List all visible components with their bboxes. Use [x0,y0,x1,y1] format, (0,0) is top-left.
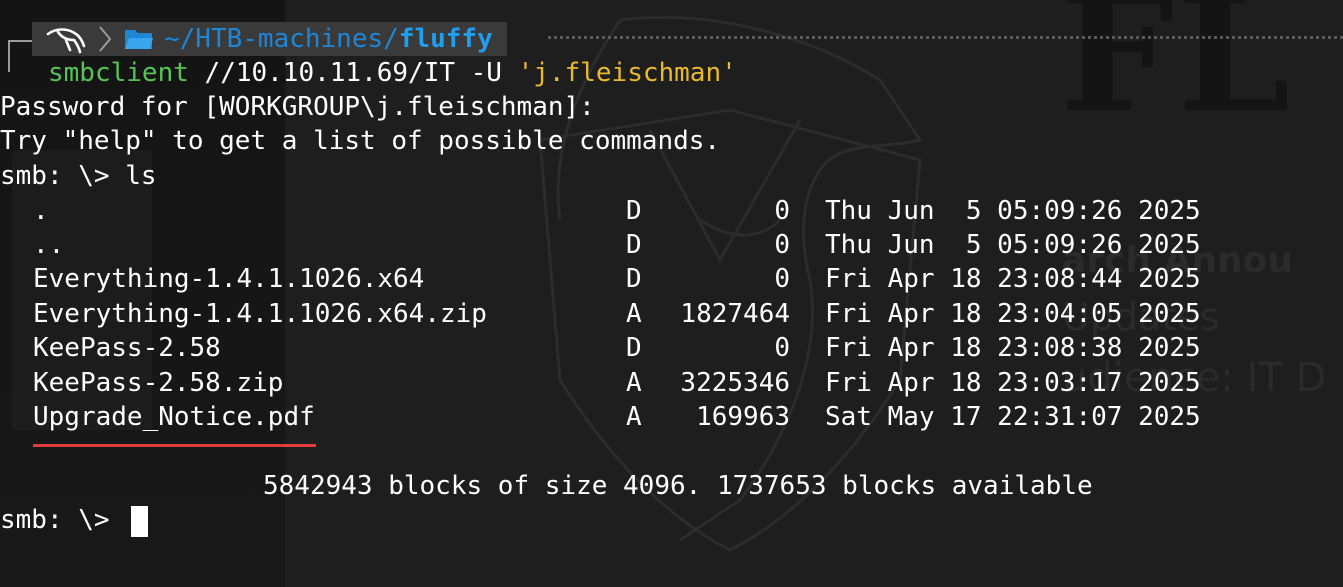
listing-size: 0 [774,196,790,226]
listing-name: .. [33,230,65,260]
listing-date: Fri Apr 18 23:08:44 2025 [825,264,1201,294]
listing-date: Fri Apr 18 23:08:38 2025 [825,333,1201,363]
listing-name: KeePass-2.58 [33,333,221,363]
listing-size: 169963 [696,402,790,432]
chevron-right-icon [99,26,112,52]
prompt-corner-top [8,40,32,72]
listing-name-highlighted: Upgrade_Notice.pdf [33,402,315,432]
blocks-summary-line: 5842943 blocks of size 4096. 1737653 blo… [263,471,1093,501]
listing-date: Sat May 17 22:31:07 2025 [825,402,1201,432]
password-line: Password for [WORKGROUP\j.fleischman]: [0,92,595,122]
listing-date: Thu Jun 5 05:09:26 2025 [825,230,1201,260]
folder-icon [125,30,153,49]
prompt-corner-bottom [8,70,40,72]
listing-attr: A [626,368,642,398]
red-highlight-underline [33,444,316,447]
prompt-dotted-fill [548,36,1343,43]
listing-size: 3225346 [680,368,790,398]
listing-attr: A [626,299,642,329]
kali-dragon-icon [46,28,86,54]
listing-size: 0 [774,333,790,363]
final-prompt: smb: \> [0,505,126,535]
listing-name: . [33,196,49,226]
command-args: //10.10.11.69/IT -U [188,58,518,88]
help-line: Try "help" to get a list of possible com… [0,126,721,156]
command-line: smbclient //10.10.11.69/IT -U 'j.fleisch… [48,56,737,90]
prompt-path-current: fluffy [398,23,493,54]
listing-attr: D [626,264,642,294]
command-user-arg: 'j.fleischman' [517,58,737,88]
listing-size: 1827464 [680,299,790,329]
prompt-path-prefix: ~/HTB-machines/ [164,23,399,54]
listing-size: 0 [774,264,790,294]
command-program: smbclient [48,58,189,88]
listing-attr: A [626,402,642,432]
listing-name: KeePass-2.58.zip [33,368,284,398]
listing-size: 0 [774,230,790,260]
ls-command-line: smb: \> ls [0,161,157,191]
listing-attr: D [626,196,642,226]
listing-date: Thu Jun 5 05:09:26 2025 [825,196,1201,226]
terminal-cursor[interactable] [131,506,148,537]
listing-date: Fri Apr 18 23:04:05 2025 [825,299,1201,329]
listing-attr: D [626,230,642,260]
listing-name: Everything-1.4.1.1026.x64.zip [33,299,487,329]
listing-attr: D [626,333,642,363]
shell-prompt-segment: ~/HTB-machines/fluffy [32,22,507,56]
listing-date: Fri Apr 18 23:03:17 2025 [825,368,1201,398]
terminal-window[interactable]: ~/HTB-machines/fluffy smbclient //10.10.… [0,0,1343,587]
listing-name: Everything-1.4.1.1026.x64 [33,264,425,294]
